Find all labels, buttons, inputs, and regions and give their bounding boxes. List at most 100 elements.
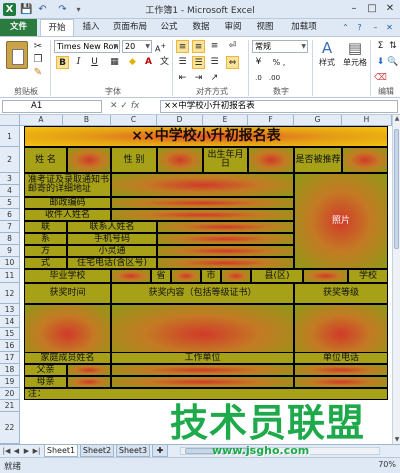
value-mobile[interactable] — [157, 233, 294, 245]
font-size-select[interactable]: 20 ▼ — [122, 40, 152, 53]
fill-icon[interactable]: ⬇ — [374, 56, 387, 69]
styles-button[interactable]: A 样式 — [314, 39, 340, 68]
row-header[interactable]: 15 — [0, 328, 20, 340]
column-header[interactable]: A — [20, 115, 63, 126]
italic-button[interactable]: I — [72, 56, 85, 69]
zoom-level[interactable]: 70% — [378, 460, 396, 469]
row-header[interactable]: 13 — [0, 304, 20, 316]
row-header[interactable]: 21 — [0, 400, 20, 412]
orientation-icon[interactable]: ↗ — [208, 72, 221, 85]
row-header[interactable]: 6 — [0, 209, 20, 221]
sort-filter-icon[interactable]: ⇅ — [387, 40, 399, 53]
workbook-minimize-icon[interactable]: – — [370, 22, 381, 33]
note-row[interactable]: 注： — [24, 388, 388, 400]
horizontal-scroll-thumb[interactable] — [185, 448, 255, 454]
value-city[interactable] — [171, 269, 201, 283]
value-province[interactable] — [111, 269, 151, 283]
font-color-icon[interactable]: A — [142, 56, 155, 69]
value-school[interactable] — [303, 269, 348, 283]
value-postcode[interactable] — [111, 197, 294, 209]
tab-view[interactable]: 视图 — [250, 19, 280, 36]
column-header[interactable]: G — [294, 115, 342, 126]
value-phs[interactable] — [157, 245, 294, 257]
label-award-level[interactable]: 获奖等级 — [294, 283, 388, 304]
row-header[interactable]: 11 — [0, 269, 20, 283]
label-postcode[interactable]: 邮政编码 — [24, 197, 111, 209]
label-birth[interactable]: 出生年月日 — [203, 147, 248, 173]
align-top-icon[interactable]: ≡ — [176, 40, 189, 53]
label-name[interactable]: 姓 名 — [24, 147, 67, 173]
underline-button[interactable]: U — [88, 56, 101, 69]
grow-font-icon[interactable]: A+ — [154, 40, 167, 54]
cancel-formula-icon[interactable]: ✕ — [110, 101, 118, 111]
value-name[interactable] — [67, 147, 111, 173]
align-center-icon[interactable]: ☰ — [192, 56, 205, 69]
next-sheet-icon[interactable]: ▶ — [22, 446, 31, 456]
row-header[interactable]: 1 — [0, 126, 20, 147]
autosum-icon[interactable]: Σ — [374, 40, 387, 53]
help-icon[interactable]: ? — [354, 22, 365, 33]
column-header[interactable]: F — [248, 115, 294, 126]
value-recipient[interactable] — [111, 209, 294, 221]
label-award-content[interactable]: 获奖内容（包括等级证书） — [111, 283, 294, 304]
paste-icon[interactable] — [6, 41, 28, 69]
select-all-corner[interactable] — [0, 115, 20, 126]
label-unit-phone[interactable]: 单位电话 — [294, 352, 388, 364]
photo-box[interactable]: 照片 — [294, 173, 388, 269]
tab-file[interactable]: 文件 — [0, 19, 37, 36]
label-phs[interactable]: 小灵通 — [67, 245, 157, 257]
sheet-tab-1[interactable]: Sheet1 — [44, 445, 78, 457]
value-birth[interactable] — [248, 147, 294, 173]
scroll-up-icon[interactable]: ▲ — [393, 115, 400, 123]
row-header[interactable]: 18 — [0, 364, 20, 376]
row-header[interactable]: 9 — [0, 245, 20, 257]
label-family-name[interactable]: 家庭成员姓名 — [24, 352, 111, 364]
label-mail-address[interactable]: 准考证及录取通知书邮寄的详细地址 — [24, 173, 111, 197]
formula-input[interactable]: ××中学校小升初报名表 — [160, 100, 398, 113]
column-header[interactable]: B — [63, 115, 111, 126]
tab-formulas[interactable]: 公式 — [154, 19, 184, 36]
close-button[interactable]: ✕ — [382, 2, 398, 16]
label-home-phone[interactable]: 住宅电话(含区号) — [67, 257, 157, 269]
maximize-button[interactable]: □ — [364, 2, 380, 16]
row-header[interactable]: 10 — [0, 257, 20, 269]
label-work-unit[interactable]: 工作单位 — [111, 352, 294, 364]
align-middle-icon[interactable]: ≡ — [192, 40, 205, 53]
label-award-time[interactable]: 获奖时间 — [24, 283, 111, 304]
font-name-select[interactable]: Times New Ron ▼ — [54, 40, 120, 53]
value-father-unit[interactable] — [111, 364, 294, 376]
value-home-phone[interactable] — [157, 257, 294, 269]
insert-sheet-icon[interactable]: ✚ — [152, 445, 168, 457]
value-gender[interactable] — [157, 147, 203, 173]
label-recommend[interactable]: 是否被推荐 — [294, 147, 342, 173]
currency-icon[interactable]: ¥ — [252, 56, 265, 69]
column-header[interactable]: H — [342, 115, 392, 126]
row-header[interactable]: 12 — [0, 283, 20, 304]
column-header[interactable]: D — [157, 115, 203, 126]
row-header[interactable]: 4 — [0, 185, 20, 197]
label-father[interactable]: 父亲 — [24, 364, 67, 376]
tab-home[interactable]: 开始 — [40, 19, 74, 36]
vertical-scrollbar[interactable]: ▲ ▼ — [392, 115, 400, 444]
workbook-close-icon[interactable]: ✕ — [384, 22, 395, 33]
tab-insert[interactable]: 插入 — [76, 19, 106, 36]
tab-data[interactable]: 数据 — [186, 19, 216, 36]
label-contact-name[interactable]: 联系人姓名 — [67, 221, 157, 233]
row-header[interactable]: 17 — [0, 352, 20, 364]
label-gender[interactable]: 性 别 — [111, 147, 157, 173]
value-contact-name[interactable] — [157, 221, 294, 233]
percent-comma-icon[interactable]: % , — [268, 56, 290, 69]
enter-formula-icon[interactable]: ✓ — [120, 101, 128, 111]
cells-button[interactable]: ▤ 单元格 — [340, 39, 370, 68]
row-header[interactable]: 3 — [0, 173, 20, 185]
format-painter-icon[interactable]: ✎ — [32, 67, 44, 78]
number-format-select[interactable]: 常规 ▼ — [252, 40, 308, 53]
phonetic-icon[interactable]: 文 — [158, 56, 171, 69]
increase-decimal-icon[interactable]: .0 — [252, 72, 265, 85]
row-header[interactable]: 7 — [0, 221, 20, 233]
minimize-button[interactable]: – — [346, 2, 362, 16]
value-recommend[interactable] — [342, 147, 388, 173]
bold-button[interactable]: B — [56, 56, 69, 69]
merge-center-icon[interactable]: ⇔ — [226, 56, 239, 69]
align-right-icon[interactable]: ☰ — [208, 56, 221, 69]
